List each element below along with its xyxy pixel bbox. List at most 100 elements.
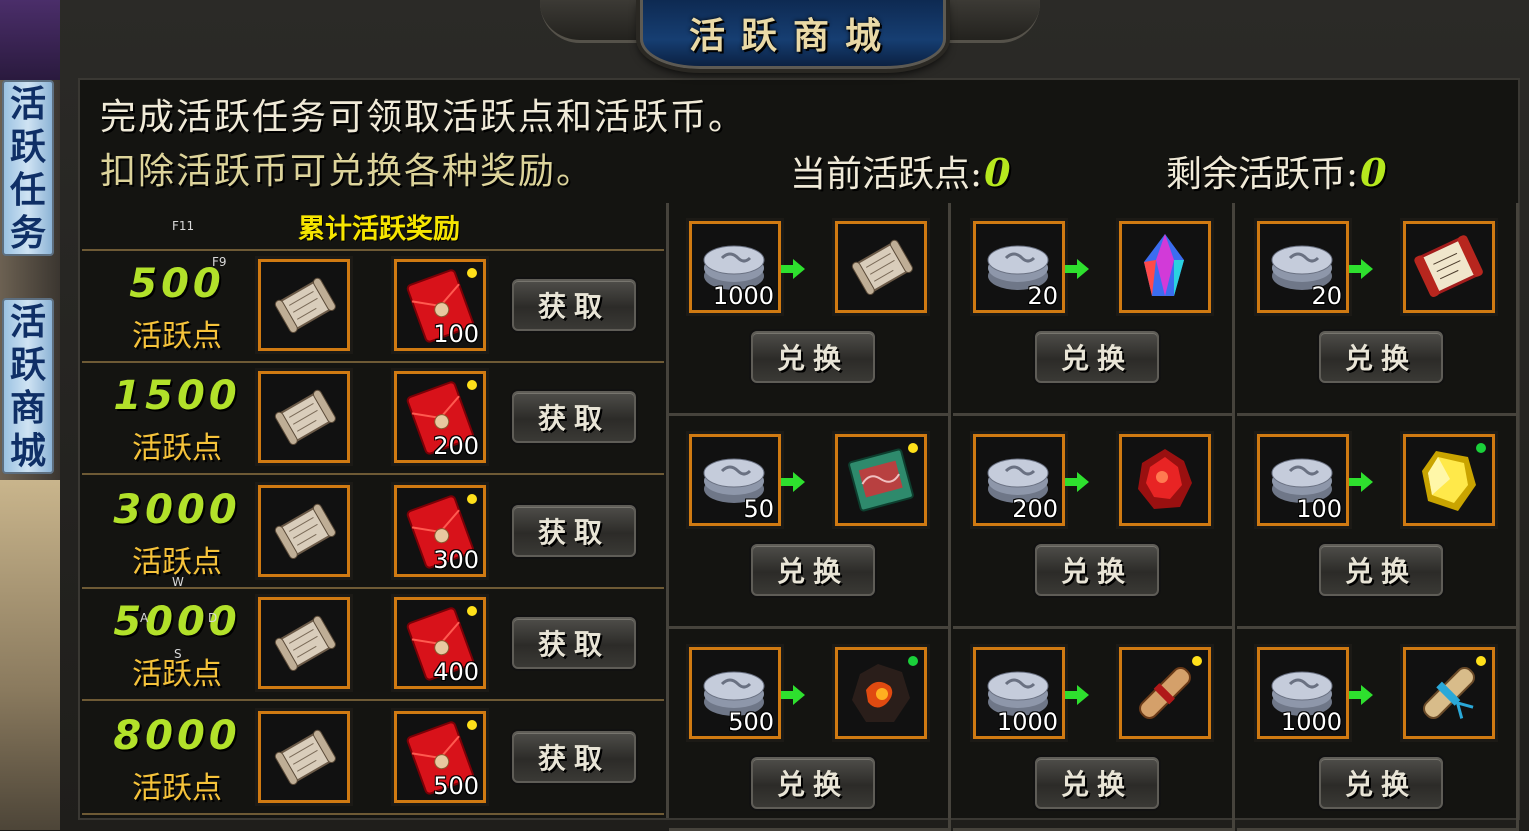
cost-coin-slot[interactable]: 50 <box>689 434 781 526</box>
reward-item-slot[interactable] <box>835 647 927 739</box>
reward-item-slot[interactable] <box>1119 434 1211 526</box>
claim-button[interactable]: 获取 <box>512 279 636 331</box>
exchange-item-cell: 20 兑换 <box>953 203 1235 416</box>
cumulative-reward-header: F11 累计活跃奖励 <box>82 203 664 251</box>
reward-item-slot[interactable] <box>1403 221 1495 313</box>
coin-cost: 1000 <box>712 282 774 310</box>
exchange-shop-grid: 1000 兑换 20 兑换 20 兑换 50 兑换 200 兑换 100 兑换 500 兑换 1000 兑换 1… <box>666 203 1521 831</box>
hotkey-a: A <box>140 611 149 625</box>
cost-coin-slot[interactable]: 20 <box>1257 221 1349 313</box>
tab-active-shop[interactable]: 活 跃 商 城 <box>2 298 54 474</box>
cost-coin-slot[interactable]: 1000 <box>1257 647 1349 739</box>
cost-coin-slot[interactable]: 20 <box>973 221 1065 313</box>
reward-row: 8000 活跃点 500 获取 <box>82 703 664 815</box>
cumulative-reward-panel: F11 累计活跃奖励 500 活跃点 100 获取 1500 活跃点 200 获取 3000 活跃… <box>82 203 664 818</box>
description-line-1: 完成活跃任务可领取活跃点和活跃币。 <box>100 97 747 138</box>
claim-button[interactable]: 获取 <box>512 505 636 557</box>
exchange-button[interactable]: 兑换 <box>1319 331 1443 383</box>
new-indicator-dot <box>467 494 477 504</box>
cost-coin-slot[interactable]: 500 <box>689 647 781 739</box>
current-points-value: 0 <box>984 150 1011 195</box>
reward-item-slot[interactable] <box>1119 221 1211 313</box>
coin-cost: 1000 <box>1280 708 1342 736</box>
reward-item-slot[interactable] <box>258 485 350 577</box>
new-indicator-dot <box>467 606 477 616</box>
claim-button[interactable]: 获取 <box>512 731 636 783</box>
remaining-coins-value: 0 <box>1360 150 1387 195</box>
current-points-stat: 当前活跃点: 0 <box>790 145 1011 197</box>
reward-item-slot[interactable] <box>258 371 350 463</box>
new-indicator-dot <box>1476 656 1486 666</box>
coin-cost: 200 <box>1012 495 1058 523</box>
hotkey-d: D <box>208 611 218 625</box>
reward-item-slot[interactable] <box>258 259 350 351</box>
reward-points-unit: 活跃点 <box>132 319 222 354</box>
reward-item-slot[interactable]: 500 <box>394 711 486 803</box>
exchange-button[interactable]: 兑换 <box>1035 544 1159 596</box>
claim-button[interactable]: 获取 <box>512 617 636 669</box>
tab-char: 商 <box>9 386 46 429</box>
exchange-arrow-icon <box>1065 259 1089 279</box>
new-indicator-dot <box>467 268 477 278</box>
new-indicator-dot <box>467 380 477 390</box>
new-indicator-dot <box>1476 443 1486 453</box>
hotkey-f11: F11 <box>172 219 195 233</box>
hotkey-w: W <box>172 575 184 589</box>
exchange-arrow-icon <box>1065 685 1089 705</box>
reward-item-slot[interactable]: 200 <box>394 371 486 463</box>
cost-coin-slot[interactable]: 100 <box>1257 434 1349 526</box>
side-top-ornament <box>0 0 60 80</box>
exchange-button[interactable]: 兑换 <box>751 544 875 596</box>
reward-item-slot[interactable] <box>835 221 927 313</box>
tab-char: 跃 <box>9 343 46 386</box>
cumulative-reward-title: 累计活跃奖励 <box>298 214 460 245</box>
exchange-button[interactable]: 兑换 <box>751 757 875 809</box>
reward-item-slot[interactable]: 400 <box>394 597 486 689</box>
reward-item-slot[interactable] <box>258 711 350 803</box>
reward-item-slot[interactable] <box>258 597 350 689</box>
exchange-arrow-icon <box>781 259 805 279</box>
cost-coin-slot[interactable]: 1000 <box>973 647 1065 739</box>
reward-item-slot[interactable]: 300 <box>394 485 486 577</box>
reward-points-unit: 活跃点 <box>132 431 222 466</box>
exchange-button[interactable]: 兑换 <box>751 331 875 383</box>
exchange-button[interactable]: 兑换 <box>1035 331 1159 383</box>
tab-char: 活 <box>9 82 46 125</box>
tab-active-tasks[interactable]: 活 跃 任 务 <box>2 80 54 256</box>
tab-char: 跃 <box>9 125 46 168</box>
exchange-item-cell: 50 兑换 <box>669 416 951 629</box>
hotkey-f9: F9 <box>212 255 227 269</box>
tab-char: 任 <box>9 168 46 211</box>
exchange-button[interactable]: 兑换 <box>1319 544 1443 596</box>
tab-char: 活 <box>9 300 46 343</box>
exchange-item-cell: 1000 兑换 <box>953 629 1235 831</box>
exchange-button[interactable]: 兑换 <box>1035 757 1159 809</box>
item-quantity: 400 <box>433 658 479 686</box>
reward-points-unit: 活跃点 <box>132 771 222 806</box>
exchange-arrow-icon <box>1065 472 1089 492</box>
exchange-arrow-icon <box>1349 685 1373 705</box>
side-map-edge <box>0 480 60 830</box>
reward-item-slot[interactable] <box>1119 647 1211 739</box>
cost-coin-slot[interactable]: 1000 <box>689 221 781 313</box>
cost-coin-slot[interactable]: 200 <box>973 434 1065 526</box>
exchange-button[interactable]: 兑换 <box>1319 757 1443 809</box>
exchange-item-cell: 1000 兑换 <box>669 203 951 416</box>
coin-cost: 100 <box>1296 495 1342 523</box>
exchange-item-cell: 100 兑换 <box>1237 416 1519 629</box>
hotkey-s: S <box>174 647 182 661</box>
reward-item-slot[interactable] <box>835 434 927 526</box>
reward-item-slot[interactable] <box>1403 434 1495 526</box>
exchange-item-cell: 500 兑换 <box>669 629 951 831</box>
reward-points-value: 1500 <box>113 373 241 419</box>
tab-char: 务 <box>9 211 46 254</box>
new-indicator-dot <box>908 656 918 666</box>
remaining-coins-label: 剩余活跃币: <box>1166 154 1359 195</box>
exchange-arrow-icon <box>1349 259 1373 279</box>
reward-item-slot[interactable]: 100 <box>394 259 486 351</box>
reward-item-slot[interactable] <box>1403 647 1495 739</box>
coin-cost: 20 <box>1311 282 1342 310</box>
exchange-arrow-icon <box>781 685 805 705</box>
reward-row: 3000 活跃点 300 获取 <box>82 477 664 589</box>
claim-button[interactable]: 获取 <box>512 391 636 443</box>
